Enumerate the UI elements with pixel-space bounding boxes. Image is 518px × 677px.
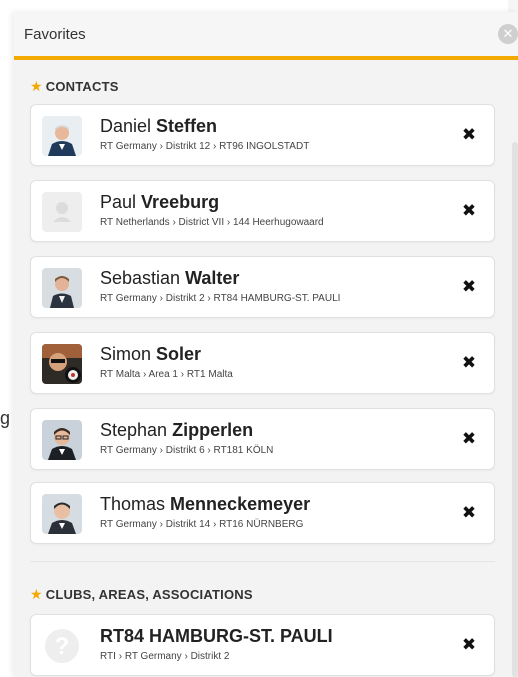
contact-avatar (42, 494, 82, 534)
contact-avatar (42, 116, 82, 156)
panel-title: Favorites (24, 26, 86, 43)
contact-path: RT Malta › Area 1 › RT1 Malta (100, 369, 233, 380)
question-mark-icon: ? (42, 626, 82, 666)
close-icon[interactable]: ✕ (498, 24, 518, 44)
favorite-contact-card[interactable]: Simon Soler RT Malta › Area 1 › RT1 Malt… (30, 332, 495, 394)
remove-favorite-icon[interactable]: ✖ (459, 201, 479, 221)
contact-name: Paul Vreeburg (100, 192, 220, 212)
section-divider (30, 561, 495, 562)
favorite-contact-card[interactable]: Stephan Zipperlen RT Germany › Distrikt … (30, 408, 495, 470)
favorite-contact-card[interactable]: Paul Vreeburg RT Netherlands › District … (30, 180, 495, 242)
remove-favorite-icon[interactable]: ✖ (459, 429, 479, 449)
section-clubs: ★ CLUBS, AREAS, ASSOCIATIONS (30, 586, 253, 603)
contact-avatar (42, 420, 82, 460)
svg-text:?: ? (55, 633, 70, 660)
remove-favorite-icon[interactable]: ✖ (459, 125, 479, 145)
club-name: RT84 HAMBURG-ST. PAULI (100, 626, 333, 646)
favorite-contact-card[interactable]: Sebastian Walter RT Germany › Distrikt 2… (30, 256, 495, 318)
scrollbar[interactable] (512, 142, 518, 677)
star-icon: ★ (30, 78, 43, 94)
favorite-contact-card[interactable]: Thomas Menneckemeyer RT Germany › Distri… (30, 482, 495, 544)
favorites-panel: Favorites ✕ ★ CONTACTS Daniel Steffen RT … (14, 12, 518, 677)
contact-name: Simon Soler (100, 344, 202, 364)
contact-name: Stephan Zipperlen (100, 420, 254, 440)
contact-path: RT Netherlands › District VII › 144 Heer… (100, 217, 324, 228)
remove-favorite-icon[interactable]: ✖ (459, 635, 479, 655)
section-title-contacts: CONTACTS (45, 79, 119, 94)
contact-name: Thomas Menneckemeyer (100, 494, 311, 514)
contact-name: Daniel Steffen (100, 116, 218, 136)
favorite-club-card[interactable]: ? RT84 HAMBURG-ST. PAULI RTI › RT German… (30, 614, 495, 676)
background-page-text: g (0, 408, 11, 428)
panel-header: Favorites ✕ (14, 12, 518, 60)
contact-path: RT Germany › Distrikt 12 › RT96 INGOLSTA… (100, 141, 310, 152)
contact-path: RT Germany › Distrikt 6 › RT181 KÖLN (100, 445, 274, 456)
contact-avatar (42, 268, 82, 308)
placeholder-avatar-icon (42, 192, 82, 232)
section-title-clubs: CLUBS, AREAS, ASSOCIATIONS (45, 587, 253, 602)
club-path: RTI › RT Germany › Distrikt 2 (100, 651, 230, 662)
contact-name: Sebastian Walter (100, 268, 240, 288)
remove-favorite-icon[interactable]: ✖ (459, 503, 479, 523)
star-icon: ★ (30, 586, 43, 602)
remove-favorite-icon[interactable]: ✖ (459, 277, 479, 297)
section-contacts: ★ CONTACTS (30, 78, 119, 95)
contact-path: RT Germany › Distrikt 2 › RT84 HAMBURG-S… (100, 293, 341, 304)
favorite-contact-card[interactable]: Daniel Steffen RT Germany › Distrikt 12 … (30, 104, 495, 166)
remove-favorite-icon[interactable]: ✖ (459, 353, 479, 373)
contact-avatar (42, 344, 82, 384)
contact-path: RT Germany › Distrikt 14 › RT16 NÜRNBERG (100, 519, 304, 530)
